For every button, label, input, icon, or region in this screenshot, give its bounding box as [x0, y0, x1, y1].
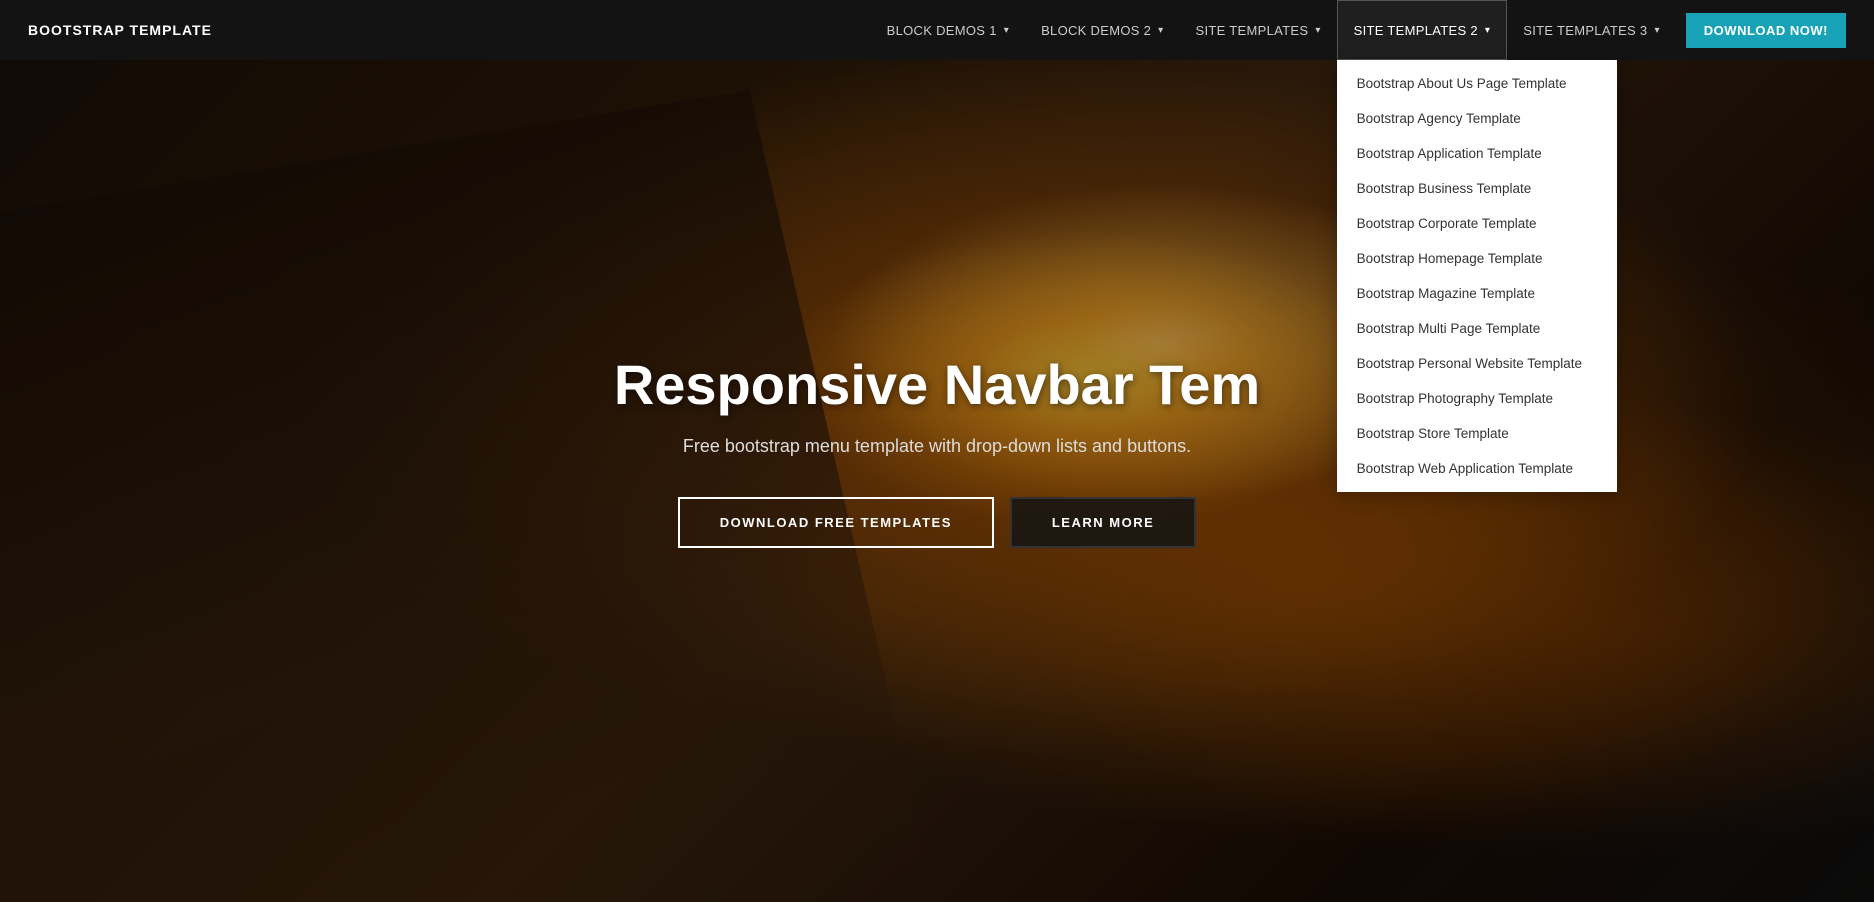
- dropdown-menu-site-templates-2: Bootstrap About Us Page Template Bootstr…: [1337, 60, 1617, 492]
- nav-link-site-templates-2[interactable]: SITE TEMPLATES 2 ▾: [1337, 0, 1508, 60]
- caret-icon: ▾: [1654, 25, 1659, 36]
- dropdown-item-multi-page[interactable]: Bootstrap Multi Page Template: [1337, 311, 1617, 346]
- learn-more-button[interactable]: LEARN MORE: [1010, 497, 1196, 548]
- dropdown-item-magazine[interactable]: Bootstrap Magazine Template: [1337, 276, 1617, 311]
- nav-item-site-templates: SITE TEMPLATES ▾: [1180, 0, 1337, 60]
- navbar: BOOTSTRAP TEMPLATE BLOCK DEMOS 1 ▾ BLOCK…: [0, 0, 1874, 60]
- nav-item-block-demos-2: BLOCK DEMOS 2 ▾: [1025, 0, 1179, 60]
- nav-link-site-templates-3[interactable]: SITE TEMPLATES 3 ▾: [1507, 0, 1676, 60]
- hero-title: Responsive Navbar Tem: [614, 354, 1260, 416]
- caret-icon: ▾: [1004, 25, 1009, 36]
- nav-brand: BOOTSTRAP TEMPLATE: [28, 22, 212, 38]
- dropdown-item-photography[interactable]: Bootstrap Photography Template: [1337, 381, 1617, 416]
- caret-icon: ▾: [1485, 25, 1490, 36]
- nav-links: BLOCK DEMOS 1 ▾ BLOCK DEMOS 2 ▾ SITE TEM…: [871, 0, 1846, 60]
- caret-icon: ▾: [1158, 25, 1163, 36]
- dropdown-item-personal-website[interactable]: Bootstrap Personal Website Template: [1337, 346, 1617, 381]
- caret-icon: ▾: [1315, 25, 1320, 36]
- hero-subtitle: Free bootstrap menu template with drop-d…: [614, 436, 1260, 457]
- download-templates-button[interactable]: DOWNLOAD FREE TEMPLATES: [678, 497, 994, 548]
- hero-content: Responsive Navbar Tem Free bootstrap men…: [594, 354, 1280, 548]
- dropdown-item-application[interactable]: Bootstrap Application Template: [1337, 136, 1617, 171]
- nav-item-site-templates-3: SITE TEMPLATES 3 ▾: [1507, 0, 1676, 60]
- nav-link-block-demos-1[interactable]: BLOCK DEMOS 1 ▾: [871, 0, 1025, 60]
- dropdown-item-agency[interactable]: Bootstrap Agency Template: [1337, 101, 1617, 136]
- nav-link-site-templates[interactable]: SITE TEMPLATES ▾: [1180, 0, 1337, 60]
- nav-item-site-templates-2: SITE TEMPLATES 2 ▾ Bootstrap About Us Pa…: [1337, 0, 1508, 60]
- dropdown-item-homepage[interactable]: Bootstrap Homepage Template: [1337, 241, 1617, 276]
- hero-buttons: DOWNLOAD FREE TEMPLATES LEARN MORE: [614, 497, 1260, 548]
- dropdown-item-web-application[interactable]: Bootstrap Web Application Template: [1337, 451, 1617, 486]
- download-now-button[interactable]: DOWNLOAD NOW!: [1686, 13, 1846, 48]
- dropdown-item-store[interactable]: Bootstrap Store Template: [1337, 416, 1617, 451]
- dropdown-item-about-us[interactable]: Bootstrap About Us Page Template: [1337, 66, 1617, 101]
- dropdown-item-business[interactable]: Bootstrap Business Template: [1337, 171, 1617, 206]
- dropdown-item-corporate[interactable]: Bootstrap Corporate Template: [1337, 206, 1617, 241]
- nav-item-block-demos-1: BLOCK DEMOS 1 ▾: [871, 0, 1025, 60]
- nav-link-block-demos-2[interactable]: BLOCK DEMOS 2 ▾: [1025, 0, 1179, 60]
